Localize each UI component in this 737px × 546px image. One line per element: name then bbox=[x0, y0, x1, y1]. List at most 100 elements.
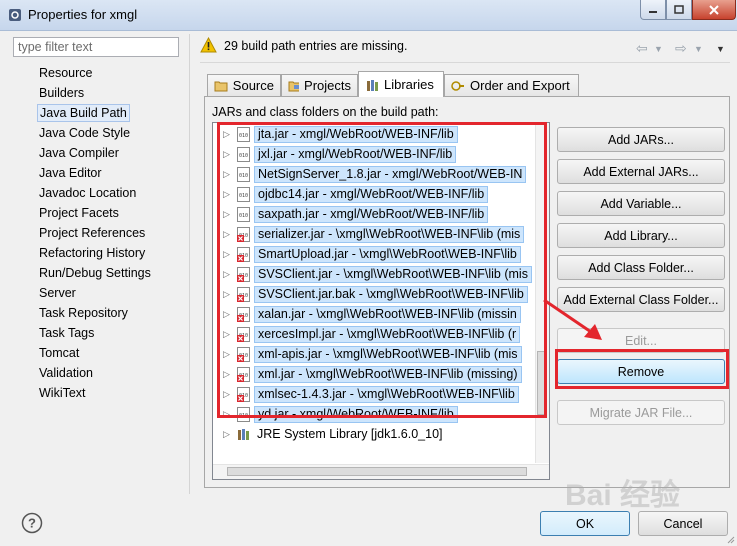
missing-jar-icon: 010 bbox=[237, 267, 250, 282]
library-entry[interactable]: ▷ 010 jta.jar - xmgl/WebRoot/WEB-INF/lib bbox=[213, 125, 543, 145]
expand-toggle-icon[interactable]: ▷ bbox=[223, 429, 230, 440]
expand-toggle-icon[interactable]: ▷ bbox=[223, 349, 230, 360]
forward-arrow-icon[interactable]: ⇨ bbox=[675, 40, 687, 57]
view-menu-icon[interactable]: ▼ bbox=[716, 44, 725, 54]
maximize-button[interactable] bbox=[666, 0, 692, 20]
nav-item-refactoring-history[interactable]: Refactoring History bbox=[37, 244, 147, 262]
tab-source-label: Source bbox=[232, 78, 274, 93]
library-entry[interactable]: ▷ 010 NetSignServer_1.8.jar - xmgl/WebRoot… bbox=[213, 165, 543, 185]
expand-toggle-icon[interactable]: ▷ bbox=[223, 329, 230, 340]
tab-order-export[interactable]: Order and Export bbox=[444, 74, 579, 96]
nav-item-task-tags[interactable]: Task Tags bbox=[37, 324, 96, 342]
library-entry[interactable]: ▷ 010 xml-apis.jar - \xmgl\WebRoot\WEB-INF… bbox=[213, 345, 543, 365]
expand-toggle-icon[interactable]: ▷ bbox=[223, 169, 230, 180]
add-library-button[interactable]: Add Library... bbox=[557, 223, 725, 248]
back-dropdown-icon[interactable]: ▼ bbox=[654, 44, 663, 54]
library-entry-label: xalan.jar - \xmgl\WebRoot\WEB-INF\lib (m… bbox=[254, 306, 521, 323]
expand-toggle-icon[interactable]: ▷ bbox=[223, 189, 230, 200]
expand-toggle-icon[interactable]: ▷ bbox=[223, 129, 230, 140]
nav-item-tomcat[interactable]: Tomcat bbox=[37, 344, 81, 362]
library-entry-label: SVSClient.jar - \xmgl\WebRoot\WEB-INF\li… bbox=[254, 266, 532, 283]
library-entry[interactable]: ▷ 010 SVSClient.jar - \xmgl\WebRoot\WEB-IN… bbox=[213, 265, 543, 285]
library-entry[interactable]: ▷ 010 xml.jar - \xmgl\WebRoot\WEB-INF\lib … bbox=[213, 365, 543, 385]
forward-dropdown-icon[interactable]: ▼ bbox=[694, 44, 703, 54]
source-folder-icon bbox=[214, 81, 228, 92]
library-entry[interactable]: ▷ JRE System Library [jdk1.6.0_10] bbox=[213, 425, 543, 445]
tab-projects[interactable]: Projects bbox=[281, 74, 358, 96]
annotation-arrow-icon bbox=[543, 298, 602, 340]
nav-item-project-facets[interactable]: Project Facets bbox=[37, 204, 121, 222]
expand-toggle-icon[interactable]: ▷ bbox=[223, 409, 230, 420]
nav-item-resource[interactable]: Resource bbox=[37, 64, 95, 82]
jar-icon: 010 bbox=[237, 167, 250, 182]
expand-toggle-icon[interactable]: ▷ bbox=[223, 269, 230, 280]
add-variable-button[interactable]: Add Variable... bbox=[557, 191, 725, 216]
library-entry[interactable]: ▷ 010 xalan.jar - \xmgl\WebRoot\WEB-INF\li… bbox=[213, 305, 543, 325]
library-entry-label: xmlsec-1.4.3.jar - \xmgl\WebRoot\WEB-INF… bbox=[254, 386, 519, 403]
missing-jar-icon: 010 bbox=[237, 307, 250, 322]
library-entry[interactable]: ▷ 010 xercesImpl.jar - \xmgl\WebRoot\WEB-I… bbox=[213, 325, 543, 345]
library-entry[interactable]: ▷ 010 serializer.jar - \xmgl\WebRoot\WEB-I… bbox=[213, 225, 543, 245]
library-entry[interactable]: ▷ 010 ojdbc14.jar - xmgl/WebRoot/WEB-INF/l… bbox=[213, 185, 543, 205]
nav-item-wikitext[interactable]: WikiText bbox=[37, 384, 88, 402]
help-icon[interactable]: ? bbox=[21, 512, 43, 534]
jars-list-label: JARs and class folders on the build path… bbox=[212, 105, 439, 119]
nav-item-java-editor[interactable]: Java Editor bbox=[37, 164, 104, 182]
nav-item-java-compiler[interactable]: Java Compiler bbox=[37, 144, 121, 162]
library-entry-label: serializer.jar - \xmgl\WebRoot\WEB-INF\l… bbox=[254, 226, 525, 243]
library-entry-label: ojdbc14.jar - xmgl/WebRoot/WEB-INF/lib bbox=[254, 186, 489, 203]
expand-toggle-icon[interactable]: ▷ bbox=[223, 149, 230, 160]
expand-toggle-icon[interactable]: ▷ bbox=[223, 209, 230, 220]
expand-toggle-icon[interactable]: ▷ bbox=[223, 389, 230, 400]
horizontal-scroll-thumb[interactable] bbox=[227, 467, 527, 476]
library-entry[interactable]: ▷ 010 jxl.jar - xmgl/WebRoot/WEB-INF/lib bbox=[213, 145, 543, 165]
library-entry[interactable]: ▷ 010 SVSClient.jar.bak - \xmgl\WebRoot\WE… bbox=[213, 285, 543, 305]
nav-item-javadoc-location[interactable]: Javadoc Location bbox=[37, 184, 138, 202]
nav-item-java-code-style[interactable]: Java Code Style bbox=[37, 124, 132, 142]
migrate-jar-button[interactable]: Migrate JAR File... bbox=[557, 400, 725, 425]
build-path-tree[interactable]: ▷ 010 jta.jar - xmgl/WebRoot/WEB-INF/lib ▷ 0… bbox=[212, 122, 550, 480]
tab-projects-label: Projects bbox=[304, 78, 351, 93]
add-class-folder-button[interactable]: Add Class Folder... bbox=[557, 255, 725, 280]
jar-icon: 010 bbox=[237, 127, 250, 142]
svg-text:010: 010 bbox=[239, 193, 248, 199]
remove-button[interactable]: Remove bbox=[557, 359, 725, 384]
expand-toggle-icon[interactable]: ▷ bbox=[223, 369, 230, 380]
vertical-scroll-thumb[interactable] bbox=[537, 351, 547, 415]
nav-item-task-repository[interactable]: Task Repository bbox=[37, 304, 130, 322]
filter-input[interactable] bbox=[13, 37, 179, 57]
panel-divider[interactable] bbox=[189, 34, 190, 494]
nav-item-validation[interactable]: Validation bbox=[37, 364, 95, 382]
header-separator bbox=[200, 62, 730, 63]
library-entry[interactable]: ▷ 010 SmartUpload.jar - \xmgl\WebRoot\WEB-… bbox=[213, 245, 543, 265]
close-button[interactable] bbox=[692, 0, 736, 20]
expand-toggle-icon[interactable]: ▷ bbox=[223, 229, 230, 240]
nav-item-server[interactable]: Server bbox=[37, 284, 78, 302]
minimize-button[interactable] bbox=[640, 0, 666, 20]
properties-app-icon bbox=[9, 9, 21, 21]
expand-toggle-icon[interactable]: ▷ bbox=[223, 289, 230, 300]
library-entry-label: xml.jar - \xmgl\WebRoot\WEB-INF\lib (mis… bbox=[254, 366, 522, 383]
nav-item-builders[interactable]: Builders bbox=[37, 84, 86, 102]
add-jars-button[interactable]: Add JARs... bbox=[557, 127, 725, 152]
missing-jar-icon: 010 bbox=[237, 227, 250, 242]
add-external-jars-button[interactable]: Add External JARs... bbox=[557, 159, 725, 184]
tab-libraries-label: Libraries bbox=[384, 77, 434, 92]
expand-toggle-icon[interactable]: ▷ bbox=[223, 309, 230, 320]
maximize-icon bbox=[674, 5, 684, 14]
library-entry[interactable]: ▷ 010 xmlsec-1.4.3.jar - \xmgl\WebRoot\WEB… bbox=[213, 385, 543, 405]
back-arrow-icon[interactable]: ⇦ bbox=[636, 40, 648, 57]
cancel-button[interactable]: Cancel bbox=[638, 511, 728, 536]
tab-source[interactable]: Source bbox=[207, 74, 281, 96]
tab-libraries[interactable]: Libraries bbox=[358, 71, 444, 97]
nav-item-project-references[interactable]: Project References bbox=[37, 224, 147, 242]
expand-toggle-icon[interactable]: ▷ bbox=[223, 249, 230, 260]
nav-item-java-build-path[interactable]: Java Build Path bbox=[37, 104, 130, 122]
library-entry[interactable]: ▷ 010 saxpath.jar - xmgl/WebRoot/WEB-INF/l… bbox=[213, 205, 543, 225]
missing-jar-icon: 010 bbox=[237, 367, 250, 382]
library-entry[interactable]: ▷ 010 yd.jar - xmgl/WebRoot/WEB-INF/lib bbox=[213, 405, 543, 425]
resize-grip-icon[interactable] bbox=[725, 534, 735, 544]
horizontal-scrollbar[interactable] bbox=[213, 464, 549, 479]
nav-item-run-debug-settings[interactable]: Run/Debug Settings bbox=[37, 264, 153, 282]
ok-button[interactable]: OK bbox=[540, 511, 630, 536]
